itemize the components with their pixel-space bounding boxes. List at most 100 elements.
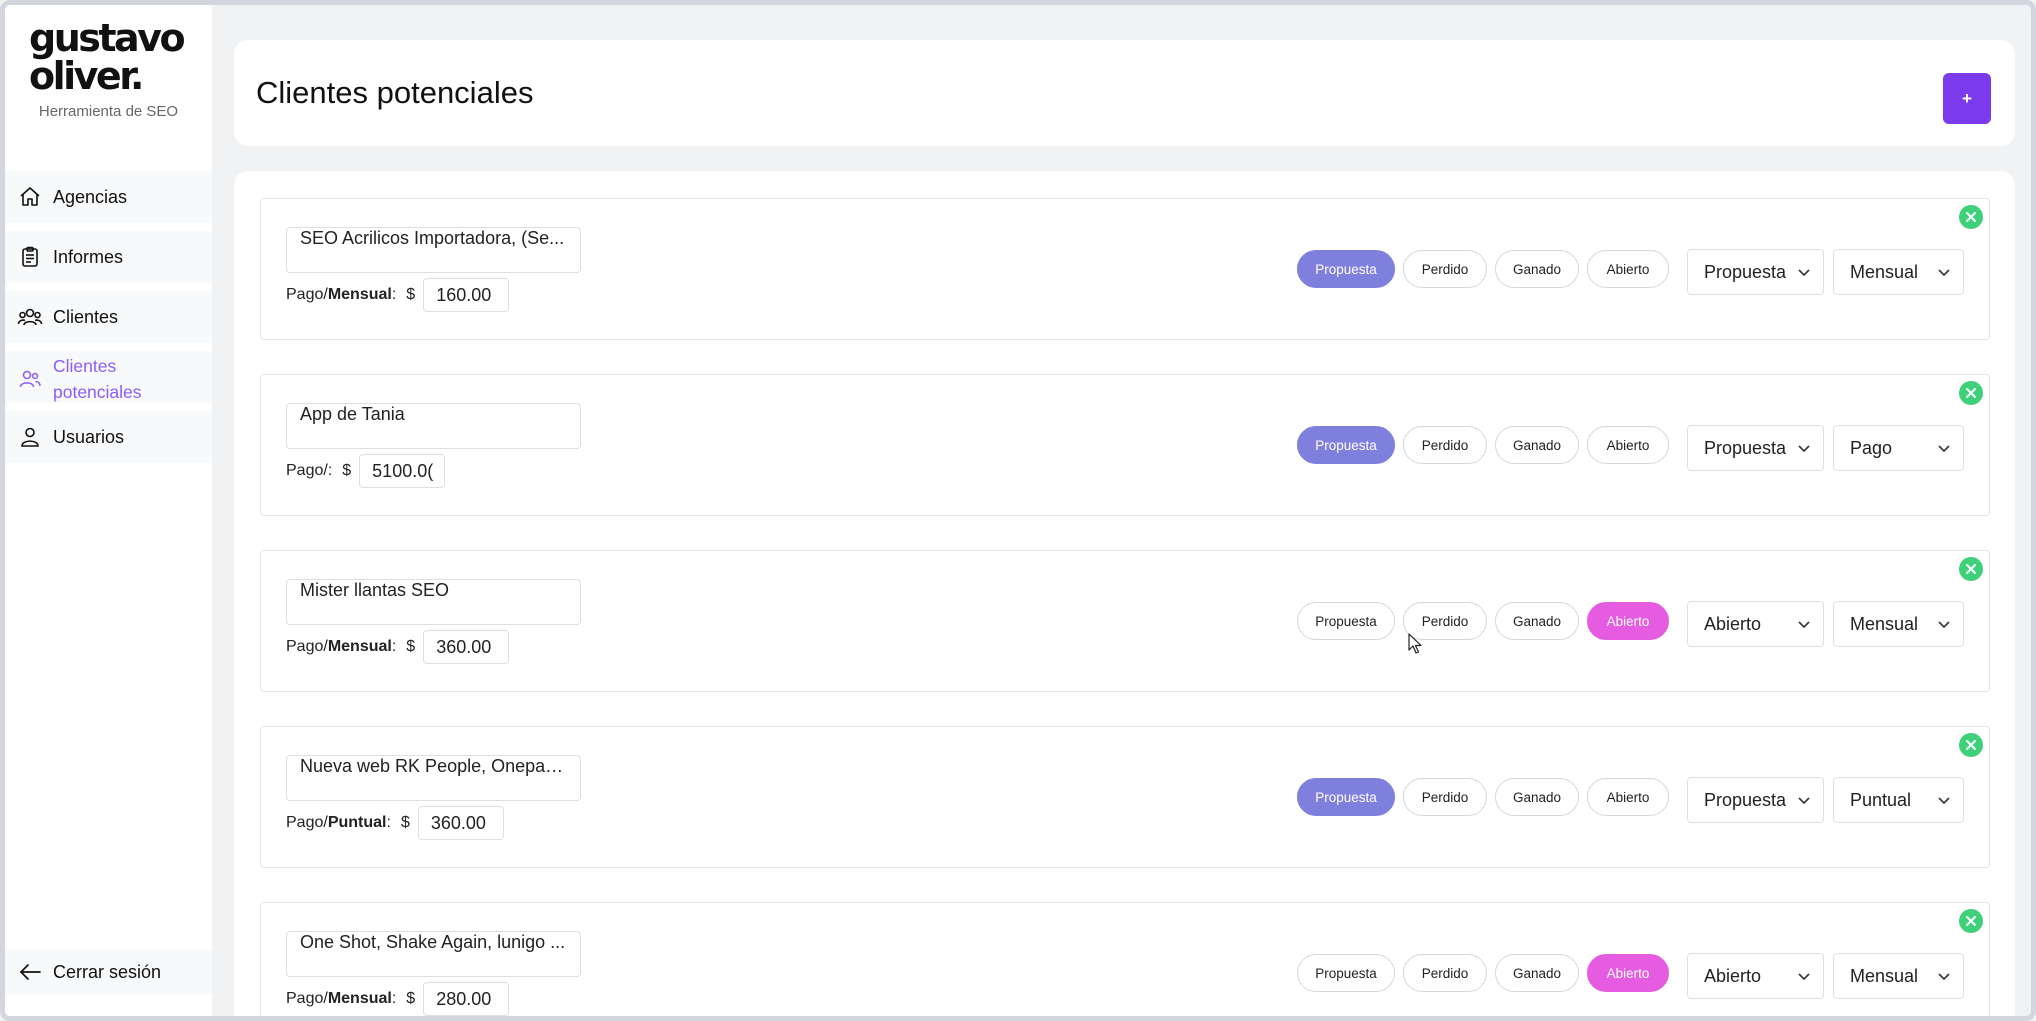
- status-pill-ganado[interactable]: Ganado: [1495, 778, 1579, 816]
- status-select[interactable]: Propuesta: [1687, 425, 1824, 471]
- sidebar-item-clientes-potenciales[interactable]: Clientes potenciales: [5, 351, 212, 403]
- clipboard-icon: [17, 244, 43, 270]
- pay-suffix: :: [391, 990, 397, 1007]
- close-icon: [1966, 388, 1976, 398]
- close-icon: [1966, 740, 1976, 750]
- status-select-value: Propuesta: [1704, 789, 1787, 810]
- status-pills: Propuesta Perdido Ganado Abierto: [1297, 426, 1669, 464]
- lead-name-input[interactable]: Nueva web RK People, Onepag...: [286, 755, 581, 801]
- currency-symbol: $: [406, 990, 416, 1007]
- status-pills: Propuesta Perdido Ganado Abierto: [1297, 954, 1669, 992]
- remove-lead-button[interactable]: [1959, 733, 1983, 757]
- amount-input[interactable]: 360.00: [423, 630, 510, 664]
- frequency-select-value: Mensual: [1850, 965, 1919, 986]
- currency-symbol: $: [400, 814, 410, 831]
- pay-type: Mensual: [327, 990, 392, 1007]
- amount-input[interactable]: 160.00: [423, 278, 510, 312]
- status-pills: Propuesta Perdido Ganado Abierto: [1297, 778, 1669, 816]
- status-pill-ganado[interactable]: Ganado: [1495, 602, 1579, 640]
- lead-name-input[interactable]: App de Tania: [286, 403, 581, 449]
- frequency-select[interactable]: Mensual: [1833, 249, 1964, 295]
- pay-type: Mensual: [327, 286, 392, 303]
- amount-input[interactable]: 280.00: [423, 982, 510, 1016]
- status-select[interactable]: Propuesta: [1687, 777, 1824, 823]
- payment-row: Pago/Mensual: $ 160.00: [286, 277, 510, 313]
- frequency-select[interactable]: Pago: [1833, 425, 1964, 471]
- mouse-cursor-icon: [1408, 633, 1422, 654]
- status-pill-propuesta[interactable]: Propuesta: [1297, 250, 1395, 288]
- status-select-value: Propuesta: [1704, 261, 1787, 282]
- chevron-down-icon: [1798, 973, 1810, 981]
- status-pill-abierto[interactable]: Abierto: [1587, 602, 1669, 640]
- frequency-select-value: Pago: [1850, 437, 1893, 458]
- brand-subtitle: Herramienta de SEO: [38, 103, 179, 120]
- lead-card: Nueva web RK People, Onepag... Pago/Punt…: [260, 726, 1990, 868]
- status-pill-perdido[interactable]: Perdido: [1403, 778, 1487, 816]
- amount-input[interactable]: 5100.0(: [359, 454, 446, 488]
- chevron-down-icon: [1798, 797, 1810, 805]
- remove-lead-button[interactable]: [1959, 909, 1983, 933]
- sidebar-item-agencias[interactable]: Agencias: [5, 171, 212, 223]
- sidebar-item-label: Informes: [53, 246, 124, 267]
- logout-label: Cerrar sesión: [53, 961, 162, 982]
- remove-lead-button[interactable]: [1959, 557, 1983, 581]
- logo-line-2: oliver.: [29, 54, 144, 98]
- status-pill-propuesta[interactable]: Propuesta: [1297, 426, 1395, 464]
- pay-prefix: Pago/: [286, 638, 328, 655]
- status-select[interactable]: Abierto: [1687, 601, 1824, 647]
- frequency-select[interactable]: Mensual: [1833, 601, 1964, 647]
- status-pill-propuesta[interactable]: Propuesta: [1297, 602, 1395, 640]
- remove-lead-button[interactable]: [1959, 205, 1983, 229]
- status-select-value: Abierto: [1704, 613, 1762, 634]
- status-select-value: Abierto: [1704, 965, 1762, 986]
- lead-card: App de Tania Pago/: $ 5100.0( Propuesta …: [260, 374, 1990, 516]
- users-icon: [17, 304, 43, 330]
- add-lead-button[interactable]: +: [1943, 73, 1991, 124]
- status-pill-perdido[interactable]: Perdido: [1403, 426, 1487, 464]
- status-pill-abierto[interactable]: Abierto: [1587, 250, 1669, 288]
- status-pill-perdido[interactable]: Perdido: [1403, 954, 1487, 992]
- status-pill-ganado[interactable]: Ganado: [1495, 426, 1579, 464]
- user-icon: [17, 424, 43, 450]
- sidebar-item-usuarios[interactable]: Usuarios: [5, 411, 212, 463]
- lead-name-input[interactable]: SEO Acrilicos Importadora, (Se...: [286, 227, 581, 273]
- status-pill-abierto[interactable]: Abierto: [1587, 778, 1669, 816]
- page-header: Clientes potenciales +: [234, 40, 2015, 146]
- status-select[interactable]: Propuesta: [1687, 249, 1824, 295]
- lead-card: Mister llantas SEO Pago/Mensual: $ 360.0…: [260, 550, 1990, 692]
- status-select-value: Propuesta: [1704, 437, 1787, 458]
- frequency-select[interactable]: Mensual: [1833, 953, 1964, 999]
- sidebar-item-label: Agencias: [53, 186, 128, 207]
- lead-name-input[interactable]: Mister llantas SEO: [286, 579, 581, 625]
- chevron-down-icon: [1938, 621, 1950, 629]
- status-select[interactable]: Abierto: [1687, 953, 1824, 999]
- brand-logo[interactable]: gustavo oliver.: [29, 19, 186, 98]
- currency-symbol: $: [406, 638, 416, 655]
- pay-prefix: Pago/: [286, 814, 328, 831]
- pay-suffix: :: [391, 638, 397, 655]
- sidebar-item-clientes[interactable]: Clientes: [5, 291, 212, 343]
- status-pill-ganado[interactable]: Ganado: [1495, 250, 1579, 288]
- lead-name-input[interactable]: One Shot, Shake Again, lunigo ...: [286, 931, 581, 977]
- status-pill-propuesta[interactable]: Propuesta: [1297, 954, 1395, 992]
- chevron-down-icon: [1938, 973, 1950, 981]
- status-pill-perdido[interactable]: Perdido: [1403, 250, 1487, 288]
- status-pills: Propuesta Perdido Ganado Abierto: [1297, 250, 1669, 288]
- pay-prefix: Pago/: [286, 286, 328, 303]
- frequency-select[interactable]: Puntual: [1833, 777, 1964, 823]
- home-icon: [17, 184, 43, 210]
- sidebar-item-informes[interactable]: Informes: [5, 231, 212, 283]
- amount-input[interactable]: 360.00: [417, 806, 504, 840]
- status-pill-abierto[interactable]: Abierto: [1587, 426, 1669, 464]
- chevron-down-icon: [1938, 269, 1950, 277]
- leads-list: SEO Acrilicos Importadora, (Se... Pago/M…: [234, 171, 2015, 1016]
- logout-button[interactable]: Cerrar sesión: [5, 950, 212, 994]
- status-pill-propuesta[interactable]: Propuesta: [1297, 778, 1395, 816]
- chevron-down-icon: [1938, 445, 1950, 453]
- status-pill-ganado[interactable]: Ganado: [1495, 954, 1579, 992]
- status-pill-abierto[interactable]: Abierto: [1587, 954, 1669, 992]
- close-icon: [1966, 564, 1976, 574]
- sidebar: gustavo oliver. Herramienta de SEO Agenc…: [5, 5, 212, 1016]
- page-title: Clientes potenciales: [256, 75, 534, 110]
- remove-lead-button[interactable]: [1959, 381, 1983, 405]
